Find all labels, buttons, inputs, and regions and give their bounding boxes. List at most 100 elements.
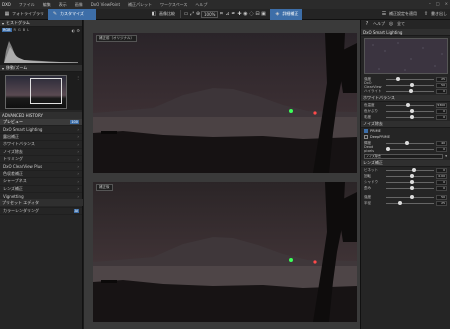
hist-mode-r[interactable]: R xyxy=(14,28,16,32)
history-item[interactable]: シャープネス › xyxy=(0,178,82,186)
history-item[interactable]: トリミング › xyxy=(0,156,82,164)
slider-value[interactable]: 0 xyxy=(436,108,447,114)
grid-icon: ▦ xyxy=(4,11,10,17)
rotation-slider[interactable] xyxy=(386,173,434,178)
vignette-slider[interactable] xyxy=(386,167,434,172)
hist-mode-b[interactable]: B xyxy=(23,28,25,32)
slider-knob[interactable] xyxy=(410,114,414,119)
histogram-header[interactable]: ▾ ヒストグラム xyxy=(0,20,82,27)
shadow-slider[interactable] xyxy=(386,179,434,184)
history-item[interactable]: プレビュー 100 xyxy=(0,119,82,127)
checkbox-icon[interactable] xyxy=(364,129,368,133)
all-icon[interactable]: ◎ xyxy=(388,21,394,27)
all-label[interactable]: 全て xyxy=(397,21,405,27)
help-icon[interactable]: ? xyxy=(364,21,370,27)
minimize-icon[interactable]: – xyxy=(429,1,431,6)
history-item[interactable]: DxO ClearView Plus › xyxy=(0,163,82,171)
slider-knob[interactable] xyxy=(410,173,414,178)
tint-slider[interactable] xyxy=(386,108,434,113)
slider-value[interactable]: 40 xyxy=(436,140,447,146)
export-button[interactable]: ⇪ 書き出し xyxy=(420,11,450,17)
menu-view[interactable]: 表示 xyxy=(59,2,67,8)
smart-lighting-header[interactable]: DxO Smart Lighting xyxy=(361,29,450,36)
slider-knob[interactable] xyxy=(410,194,414,199)
after-image[interactable]: 補正後 xyxy=(93,182,357,322)
checkbox-icon[interactable] xyxy=(364,135,368,139)
navigator-header[interactable]: ▾ 移動/ズーム xyxy=(0,65,82,72)
hist-mode-g[interactable]: G xyxy=(18,28,21,32)
history-item[interactable]: カラーレンダリング Ai xyxy=(0,208,82,216)
slider-knob[interactable] xyxy=(398,200,402,205)
slider-value[interactable]: 25 xyxy=(436,200,447,206)
lens-header[interactable]: レンズ補正 xyxy=(361,160,450,167)
saturation-slider[interactable] xyxy=(386,114,434,119)
tab-customize[interactable]: ✎ カスタマイズ xyxy=(48,8,96,20)
distortion-slider[interactable] xyxy=(386,185,434,190)
slider-value[interactable]: 0 xyxy=(436,179,447,185)
slider-value[interactable]: 0 xyxy=(436,88,447,94)
luminance-slider[interactable] xyxy=(386,140,434,145)
slider-value[interactable]: 0 xyxy=(436,114,447,120)
clearview-slider[interactable] xyxy=(386,82,434,87)
slider-knob[interactable] xyxy=(410,82,414,87)
slider-value[interactable]: 0 xyxy=(436,185,447,191)
intensity-slider[interactable] xyxy=(386,76,434,81)
compare-button[interactable]: ◧ 画像比較 xyxy=(148,11,178,17)
menu-edit[interactable]: 編集 xyxy=(43,2,51,8)
slider-knob[interactable] xyxy=(410,179,414,184)
slider-value[interactable]: 0 xyxy=(436,146,447,152)
close-icon[interactable]: × xyxy=(445,1,448,6)
tab-details[interactable]: ◈ 詳細補正 xyxy=(270,8,303,20)
advanced-history-header[interactable]: ADVANCED HISTORY xyxy=(0,112,82,119)
slider-value[interactable]: 50 xyxy=(436,82,447,88)
hist-mode-rgb[interactable]: RGB xyxy=(2,28,12,32)
slider-knob[interactable] xyxy=(410,108,414,113)
slider-knob[interactable] xyxy=(405,140,410,145)
navigator-viewport-rect[interactable] xyxy=(30,78,62,104)
menu-image[interactable]: 画像 xyxy=(75,2,83,8)
noise-dropdown[interactable]: ノイズ除去 xyxy=(364,153,444,159)
slider-knob[interactable] xyxy=(409,88,414,93)
white-balance-header[interactable]: ホワイトバランス xyxy=(361,95,450,102)
noise-preview-image xyxy=(365,39,447,73)
slider-knob[interactable] xyxy=(406,102,411,107)
menu-help[interactable]: ヘルプ xyxy=(195,2,207,8)
history-item[interactable]: レンズ補正 › xyxy=(0,186,82,193)
slider-knob[interactable] xyxy=(410,185,414,190)
history-item[interactable]: DxO Smart Lighting › xyxy=(0,126,82,134)
radius-slider[interactable] xyxy=(386,200,434,205)
lens-title: レンズ補正 xyxy=(363,160,383,165)
dead-pixel-slider[interactable] xyxy=(386,146,434,151)
slider-knob[interactable] xyxy=(386,146,390,151)
presets-header[interactable]: プリセット エディタ xyxy=(0,199,83,206)
highlight-slider[interactable] xyxy=(386,88,434,93)
chevron-down-icon[interactable]: ▾ xyxy=(445,154,447,158)
navigator-thumbnail[interactable] xyxy=(5,75,67,109)
history-item[interactable]: ノイズ除去 › xyxy=(0,149,82,156)
maximize-icon[interactable]: □ xyxy=(436,1,440,6)
menu-file[interactable]: ファイル xyxy=(19,2,35,8)
slider-value[interactable]: 0.00 xyxy=(436,173,447,179)
slider-knob[interactable] xyxy=(395,76,400,81)
menu-palettes[interactable]: 補正パレット xyxy=(128,2,152,8)
menu-workspace[interactable]: ワークスペース xyxy=(160,2,187,8)
menu-viewpoint[interactable]: DxO ViewPoint xyxy=(91,2,120,7)
tab-photolibrary[interactable]: ▦ フォトライブラリ xyxy=(0,9,48,20)
hist-mode-l[interactable]: L xyxy=(27,28,29,32)
slider-knob[interactable] xyxy=(412,167,417,172)
temperature-slider[interactable] xyxy=(386,102,434,107)
slider-value[interactable]: 0 xyxy=(436,167,447,173)
history-item[interactable]: ホワイトバランス › xyxy=(0,141,82,149)
help-label[interactable]: ヘルプ xyxy=(373,21,385,27)
loupe-icon[interactable]: ▣ xyxy=(260,11,266,17)
before-image[interactable]: 補正前（オリジナル） xyxy=(93,33,357,173)
noise-preview[interactable] xyxy=(364,38,448,74)
slider-value[interactable]: 50 xyxy=(436,194,447,200)
zoom-dropdown[interactable]: 100% xyxy=(201,10,219,18)
slider-value[interactable]: 25 xyxy=(436,76,447,82)
apply-preset-button[interactable]: ☰ 補正設定を適用 xyxy=(378,11,420,17)
noise-header[interactable]: ノイズ除去 xyxy=(361,121,450,128)
slider-value[interactable]: 5300 xyxy=(436,102,447,108)
navigator-options-icon[interactable]: ⋮ xyxy=(76,75,80,80)
sharpness-slider[interactable] xyxy=(386,194,434,199)
